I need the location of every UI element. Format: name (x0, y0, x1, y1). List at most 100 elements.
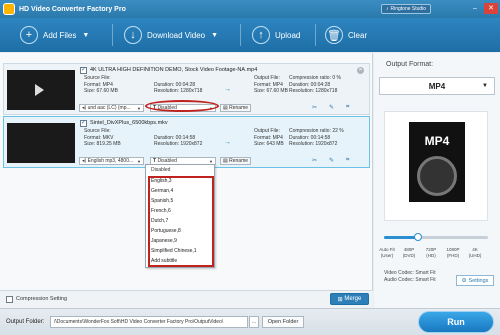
audio-codec-label: Audio Codec: Smart Fit (384, 277, 436, 283)
download-video-button[interactable]: ↓ Download Video ▼ (124, 25, 218, 45)
remove-item-icon[interactable]: ✕ (357, 67, 364, 74)
quality-slider-handle[interactable] (414, 233, 423, 241)
merge-button[interactable]: ⊞ Merge (330, 293, 369, 305)
open-folder-button[interactable]: Open Folder (262, 316, 304, 328)
subtitle-option[interactable]: German,4 (151, 188, 173, 194)
output-format-select[interactable]: MP4 ▼ (379, 77, 495, 95)
merge-icon: ⊞ (337, 296, 345, 303)
main-toolbar: + Add Files ▼ ↓ Download Video ▼ ↑ Uploa… (0, 18, 500, 52)
output-format-panel: Output Format: MP4 ▼ MP4 Auto Fit (User) … (374, 53, 500, 308)
quality-option-1080p[interactable]: 1080P (FHD) (442, 247, 464, 259)
upload-button[interactable]: ↑ Upload (252, 25, 300, 45)
crop-icon[interactable]: ⌗ (346, 104, 349, 111)
quality-option-4k[interactable]: 4K (UHD) (464, 247, 486, 259)
download-dropdown-icon[interactable]: ▼ (211, 32, 218, 39)
app-logo-icon (3, 3, 15, 15)
chevron-down-icon: ▼ (482, 83, 488, 89)
subtitle-option-disabled[interactable]: Disabled (146, 165, 214, 175)
close-window-button[interactable]: ✕ (484, 3, 498, 14)
effects-icon[interactable]: ✎ (329, 157, 334, 164)
play-icon (35, 84, 44, 96)
subtitle-option[interactable]: Portuguese,8 (151, 228, 181, 234)
output-resolution: Resolution: 1280x718 (289, 88, 338, 94)
minimize-button[interactable]: – (468, 3, 482, 14)
download-video-label: Download Video (147, 30, 206, 40)
browse-folder-button[interactable]: … (249, 316, 259, 328)
compression-checkbox[interactable] (6, 296, 13, 303)
compression-setting-label: Compression Setting (16, 296, 68, 302)
source-size: Size: 67.60 MB (84, 88, 118, 94)
effects-icon[interactable]: ✎ (329, 104, 334, 111)
audio-track-select[interactable]: ◂) und aac (LC) (mp... ▼ (79, 104, 144, 112)
run-button[interactable]: Run (418, 311, 494, 333)
subtitle-dropdown-menu: Disabled English,3 German,4 Spanish,5 Fr… (145, 164, 215, 268)
ringtone-studio-button[interactable]: ♪ Ringtone Studio (381, 4, 432, 14)
add-files-button[interactable]: + Add Files ▼ (20, 25, 89, 45)
title-bar: HD Video Converter Factory Pro ♪ Rington… (0, 0, 500, 18)
add-files-label: Add Files (43, 30, 77, 40)
output-size: Size: 643 MB (254, 141, 284, 147)
upload-icon: ↑ (252, 26, 270, 44)
settings-label: Settings (468, 277, 489, 284)
film-reel-icon (417, 156, 457, 196)
chevron-down-icon: ▼ (137, 158, 141, 164)
plus-icon: + (20, 26, 38, 44)
compression-ratio: Compression ratio: 0 % (289, 75, 341, 81)
file-item[interactable]: ✓ Sintel_DivXPlus_6500kbps.mkv Source Fi… (3, 116, 370, 168)
subtitle-option[interactable]: Dutch,7 (151, 218, 168, 224)
window-title: HD Video Converter Factory Pro (19, 5, 126, 13)
gear-icon: ⚙ (461, 277, 467, 284)
subtitle-option[interactable]: Simplified Chinese,1 (151, 248, 197, 254)
highlight-annotation (145, 100, 219, 112)
ringtone-label: Ringtone Studio (390, 6, 427, 12)
rename-label: Rename (229, 105, 249, 111)
item-checkbox[interactable]: ✓ (80, 120, 87, 127)
chevron-down-icon: ▼ (209, 158, 213, 164)
audio-track-select[interactable]: ◂) English mp3, 4800... ▼ (79, 157, 144, 165)
clear-label: Clear (348, 30, 368, 40)
audio-track-value: und aac (LC) (mp... (87, 105, 131, 111)
item-checkbox[interactable]: ✓ (80, 67, 87, 74)
subtitle-option[interactable]: Spanish,5 (151, 198, 173, 204)
source-resolution: Resolution: 1280x718 (154, 88, 203, 94)
settings-button[interactable]: ⚙ Settings (456, 275, 494, 286)
clear-button[interactable]: 🗑 Clear (325, 25, 367, 45)
video-codec-label: Video Codec: Smart Fit (384, 270, 436, 276)
quality-option-480p[interactable]: 480P (DVD) (398, 247, 420, 259)
crop-icon[interactable]: ⌗ (346, 157, 349, 164)
compression-ratio: Compression ratio: 22 % (289, 128, 344, 134)
add-subtitle-option[interactable]: Add subtitle (151, 258, 177, 264)
output-folder-label: Output Folder: (6, 319, 45, 325)
format-preview-tile[interactable]: MP4 (384, 111, 488, 221)
add-files-dropdown-icon[interactable]: ▼ (82, 32, 89, 39)
convert-arrow-icon: → (224, 139, 231, 146)
rename-label: Rename (229, 158, 249, 164)
output-format-value: MP4 (428, 81, 446, 91)
quality-slider[interactable] (384, 233, 488, 241)
video-thumbnail[interactable] (7, 123, 75, 163)
bell-icon: ♪ (386, 6, 389, 12)
file-name: 4K ULTRA HIGH DEFINITION DEMO, Stock Vid… (90, 67, 258, 73)
output-size: Size: 67.60 MB (254, 88, 288, 94)
rename-button[interactable]: ▤ Rename (220, 104, 252, 112)
subtitle-option[interactable]: Japanese,9 (151, 238, 177, 244)
output-label: Output File: (254, 128, 280, 134)
subtitle-option[interactable]: English,3 (151, 178, 172, 184)
cut-icon[interactable]: ✂ (312, 104, 317, 111)
source-resolution: Resolution: 1920x872 (154, 141, 203, 147)
audio-track-value: English mp3, 4800... (87, 158, 134, 164)
quality-option-auto[interactable]: Auto Fit (User) (376, 247, 398, 259)
output-folder-input[interactable]: /\Documents\WonderFox Soft\HD Video Conv… (50, 316, 248, 328)
quality-option-720p[interactable]: 720P (HD) (420, 247, 442, 259)
merge-label: Merge (344, 296, 362, 302)
subtitle-option[interactable]: French,6 (151, 208, 171, 214)
video-thumbnail[interactable] (7, 70, 75, 110)
output-resolution: Resolution: 1920x872 (289, 141, 338, 147)
footer-bar: Output Folder: /\Documents\WonderFox Sof… (0, 308, 500, 335)
quality-slider-fill (384, 236, 419, 239)
cut-icon[interactable]: ✂ (312, 157, 317, 164)
download-icon: ↓ (124, 26, 142, 44)
compression-bar: Compression Setting ⊞ Merge (0, 290, 373, 308)
rename-button[interactable]: ▤ Rename (220, 157, 252, 165)
source-size: Size: 819.25 MB (84, 141, 121, 147)
